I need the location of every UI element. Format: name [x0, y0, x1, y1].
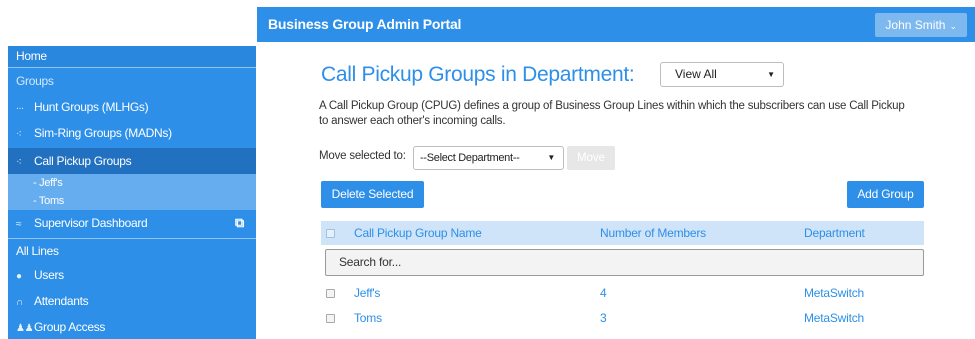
sidebar-item-call-pickup-groups[interactable]: ⁖ Call Pickup Groups [8, 148, 256, 174]
sidebar-item-users[interactable]: ● Users [8, 262, 256, 288]
sidebar-item-group-access[interactable]: ♟♟Group Access [8, 314, 256, 339]
add-group-button[interactable]: Add Group [847, 181, 924, 208]
column-header-department[interactable]: Department [804, 221, 865, 245]
department-link[interactable]: MetaSwitch [804, 281, 864, 305]
sidebar-item-label: Attendants [34, 294, 89, 308]
move-label: Move selected to: [319, 150, 406, 162]
sim-ring-icon: ⁖ [16, 129, 22, 140]
page-description: A Call Pickup Group (CPUG) defines a gro… [319, 100, 905, 127]
delete-selected-button[interactable]: Delete Selected [321, 181, 424, 208]
dropdown-arrow-icon: ▼ [547, 153, 555, 162]
sidebar-item-label: - Jeff's [33, 177, 63, 189]
select-value: View All [675, 67, 717, 81]
user-icon: ● [16, 271, 22, 282]
move-button[interactable]: Move [567, 146, 615, 170]
call-pickup-icon: ⁖ [16, 157, 22, 168]
sidebar-subitem-toms[interactable]: - Toms [8, 192, 256, 210]
portal-title: Business Group Admin Portal [268, 16, 462, 32]
sidebar-item-label: Call Pickup Groups [34, 154, 132, 168]
sidebar-subitem-jeffs[interactable]: - Jeff's [8, 174, 256, 192]
sidebar-item-all-lines[interactable]: All Lines [8, 238, 256, 262]
hunt-group-icon: ∙∙∙ [16, 103, 24, 114]
department-view-select[interactable]: View All ▼ [660, 62, 784, 87]
chevron-down-icon: ⌄ [949, 21, 957, 31]
table-row: Jeff's 4 MetaSwitch [321, 281, 924, 305]
sidebar-item-label: - Toms [33, 195, 65, 207]
sidebar-item-label: Sim-Ring Groups (MADNs) [34, 126, 172, 140]
top-header-bar: Business Group Admin Portal John Smith ⌄ [257, 7, 975, 42]
user-name: John Smith [885, 18, 946, 32]
sidebar-item-label: Home [16, 49, 47, 63]
group-name-link[interactable]: Jeff's [354, 281, 380, 305]
sidebar-item-label: Hunt Groups (MLHGs) [34, 100, 149, 114]
select-all-checkbox[interactable] [326, 229, 335, 238]
group-name-link[interactable]: Toms [354, 306, 382, 330]
table-header: Call Pickup Group Name Number of Members… [321, 221, 924, 245]
column-header-members[interactable]: Number of Members [600, 221, 706, 245]
row-checkbox[interactable] [326, 289, 335, 298]
sidebar-item-hunt-groups[interactable]: ∙∙∙ Hunt Groups (MLHGs) [8, 94, 256, 120]
sidebar-item-supervisor-dashboard[interactable]: ≈ Supervisor Dashboard ⧉ [8, 210, 256, 236]
user-menu-button[interactable]: John Smith ⌄ [875, 13, 967, 37]
row-checkbox[interactable] [326, 314, 335, 323]
sidebar-item-sim-ring-groups[interactable]: ⁖ Sim-Ring Groups (MADNs) [8, 120, 256, 146]
headset-icon: ∩ [16, 297, 23, 308]
sidebar: Home Groups ∙∙∙ Hunt Groups (MLHGs) ⁖ Sim-… [8, 46, 256, 339]
table-row: Toms 3 MetaSwitch [321, 306, 924, 330]
member-count[interactable]: 3 [600, 306, 607, 330]
dropdown-arrow-icon: ▼ [767, 70, 775, 79]
sidebar-heading-groups[interactable]: Groups [8, 69, 256, 93]
sidebar-item-home[interactable]: Home [8, 46, 256, 68]
group-access-icon: ♟♟ [16, 323, 34, 334]
sidebar-item-label: Supervisor Dashboard [34, 216, 148, 230]
move-department-select[interactable]: --Select Department-- ▼ [413, 146, 564, 170]
external-link-icon[interactable]: ⧉ [235, 210, 244, 236]
sidebar-item-label: Users [34, 268, 64, 282]
column-header-name[interactable]: Call Pickup Group Name [354, 221, 482, 245]
search-input[interactable]: Search for... [325, 249, 924, 276]
select-value: --Select Department-- [420, 152, 520, 164]
department-link[interactable]: MetaSwitch [804, 306, 864, 330]
dashboard-icon: ≈ [16, 219, 22, 230]
sidebar-item-label: Groups [16, 74, 54, 88]
sidebar-item-label: Group Access [34, 320, 106, 334]
sidebar-item-attendants[interactable]: ∩ Attendants [8, 288, 256, 314]
sidebar-item-label: All Lines [16, 244, 59, 258]
member-count[interactable]: 4 [600, 281, 607, 305]
page-title: Call Pickup Groups in Department: [321, 63, 635, 86]
